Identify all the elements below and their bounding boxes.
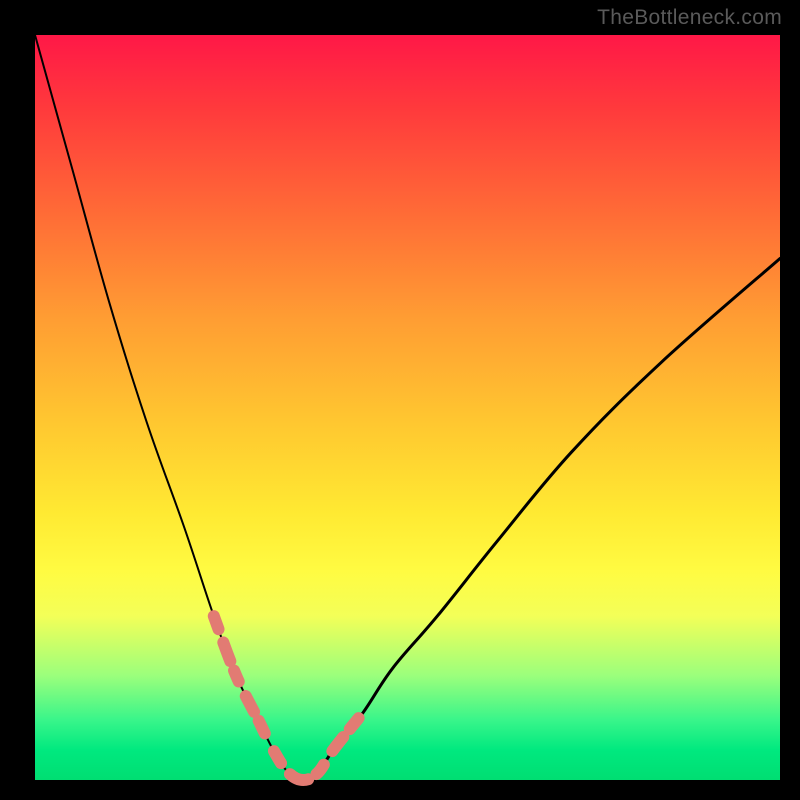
chart-frame: TheBottleneck.com [0,0,800,800]
watermark: TheBottleneck.com [597,6,782,30]
curve-path-right [303,259,780,781]
valley-highlight [214,616,363,780]
curve-path [35,35,780,780]
plot-area [35,35,780,780]
bottleneck-curve [35,35,780,780]
